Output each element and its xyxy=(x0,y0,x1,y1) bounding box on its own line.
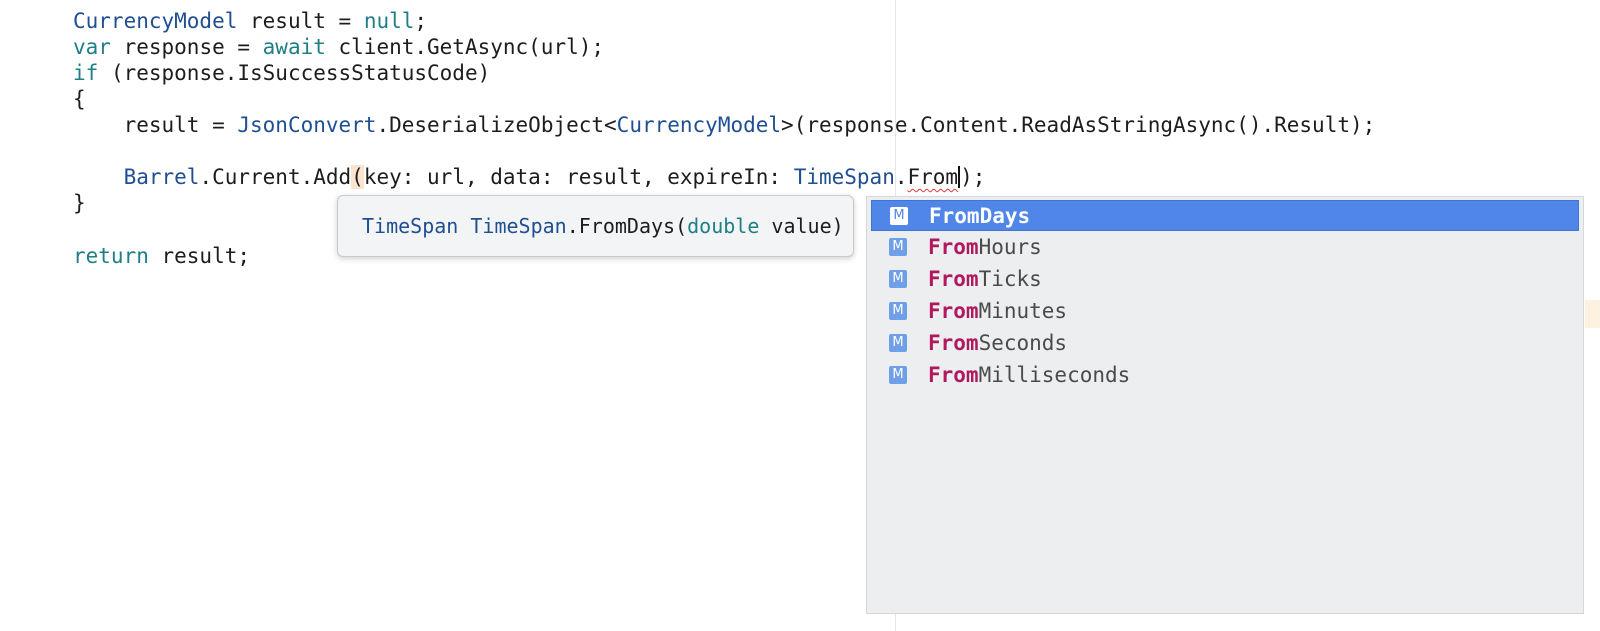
type-token: CurrencyModel xyxy=(73,9,238,33)
rest-text: Hours xyxy=(978,235,1042,259)
tooltip-owner-type: TimeSpan xyxy=(470,214,567,238)
method-icon: M xyxy=(889,334,907,352)
code-text: { xyxy=(73,87,86,111)
code-line-1[interactable]: CurrencyModel result = null; xyxy=(73,8,427,34)
code-text: . xyxy=(894,165,908,189)
type-token: Barrel xyxy=(123,165,200,189)
completion-item-fromminutes[interactable]: M FromMinutes xyxy=(871,296,1579,327)
code-editor[interactable]: CurrencyModel result = null; var respons… xyxy=(0,0,1600,631)
method-icon: M xyxy=(890,207,908,225)
keyword-token: var xyxy=(73,35,111,59)
code-text: result; xyxy=(148,244,251,268)
code-text: result = xyxy=(73,113,238,137)
code-text: (response.IsSuccessStatusCode) xyxy=(98,61,491,85)
method-icon: M xyxy=(889,302,907,320)
completion-item-frommilliseconds[interactable]: M FromMilliseconds xyxy=(871,360,1579,391)
code-line-2[interactable]: var response = await client.GetAsync(url… xyxy=(73,34,604,60)
rest-text: Ticks xyxy=(978,267,1042,291)
completion-item-fromticks[interactable]: M FromTicks xyxy=(871,264,1579,295)
completion-label: FromMinutes xyxy=(928,296,1067,327)
rest-text: Minutes xyxy=(978,299,1068,323)
code-line-10[interactable]: return result; xyxy=(73,243,250,269)
match-text: From xyxy=(928,331,979,355)
code-text: .Current.Add xyxy=(199,165,352,189)
rest-text: Seconds xyxy=(978,331,1068,355)
completion-label: FromMilliseconds xyxy=(928,360,1130,391)
completion-item-fromseconds[interactable]: M FromSeconds xyxy=(871,328,1579,359)
code-text: result = xyxy=(237,9,364,33)
code-text: } xyxy=(73,191,86,215)
method-icon: M xyxy=(889,366,907,384)
code-line-8[interactable]: } xyxy=(73,190,86,216)
completion-label: FromHours xyxy=(928,232,1042,263)
tooltip-method: .FromDays( xyxy=(566,214,688,238)
completion-item-fromhours[interactable]: M FromHours xyxy=(871,232,1579,263)
method-icon: M xyxy=(889,238,907,256)
type-token: TimeSpan xyxy=(793,165,895,189)
tooltip-param-name: value) xyxy=(759,214,844,238)
code-text: ; xyxy=(414,9,428,33)
code-text: client.GetAsync(url); xyxy=(325,35,605,59)
parameter-info-tooltip: TimeSpan TimeSpan.FromDays(double value) xyxy=(337,195,854,257)
tooltip-return-type: TimeSpan xyxy=(362,214,459,238)
keyword-token: null xyxy=(363,9,415,33)
code-line-7[interactable]: Barrel.Current.Add(key: url, data: resul… xyxy=(73,164,985,190)
code-text: >(response.Content.ReadAsStringAsync().R… xyxy=(781,113,1376,137)
code-text: .DeserializeObject< xyxy=(376,113,617,137)
code-text: response = xyxy=(110,35,263,59)
completion-list[interactable]: M FromDays M FromHours M FromTicks M Fro… xyxy=(866,196,1584,614)
type-token: CurrencyModel xyxy=(616,113,782,137)
keyword-token: if xyxy=(73,61,99,85)
match-text: From xyxy=(929,204,980,228)
completion-label: FromSeconds xyxy=(928,328,1067,359)
rest-text: Days xyxy=(979,204,1031,228)
code-line-3[interactable]: if (response.IsSuccessStatusCode) xyxy=(73,60,490,86)
code-text: key: url, data: result, expireIn: xyxy=(363,165,794,189)
code-line-5[interactable]: result = JsonConvert.DeserializeObject<C… xyxy=(73,112,1376,138)
match-text: From xyxy=(928,235,979,259)
tooltip-param-type: double xyxy=(687,214,760,238)
match-text: From xyxy=(928,267,979,291)
rest-text: Milliseconds xyxy=(978,363,1131,387)
typed-prefix: From xyxy=(907,165,959,189)
completion-item-fromdays[interactable]: M FromDays xyxy=(871,200,1579,231)
type-token: JsonConvert xyxy=(237,113,377,137)
method-icon: M xyxy=(889,270,907,288)
completion-label: FromDays xyxy=(929,201,1030,232)
matched-paren: ( xyxy=(351,165,364,189)
match-text: From xyxy=(928,363,979,387)
keyword-token: await xyxy=(262,35,326,59)
current-line-marker xyxy=(1585,300,1600,328)
keyword-token: return xyxy=(73,244,149,268)
completion-label: FromTicks xyxy=(928,264,1042,295)
code-line-4[interactable]: { xyxy=(73,86,86,112)
code-text: ); xyxy=(960,165,986,189)
match-text: From xyxy=(928,299,979,323)
